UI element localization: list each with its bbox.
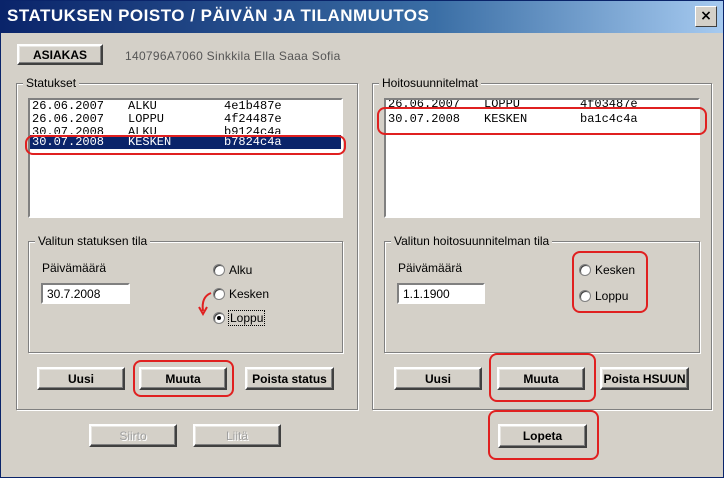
close-button[interactable]: × [695, 6, 717, 27]
care-plan-change-button[interactable]: Muuta [497, 367, 585, 390]
care-plan-new-button[interactable]: Uusi [394, 367, 482, 390]
radio-label: Kesken [229, 287, 270, 301]
care-plan-row[interactable]: 30.07.2008 KESKEN ba1c4c4a [386, 113, 698, 126]
dialog-window: STATUKSEN POISTO / PÄIVÄN JA TILANMUUTOS… [0, 0, 724, 478]
status-date-label: Päivämäärä [42, 261, 107, 275]
care-plan-row-state: KESKEN [484, 112, 528, 126]
status-row-selected[interactable]: 30.07.2008 KESKEN b7824c4a [30, 135, 341, 149]
radio-label: Kesken [595, 263, 636, 277]
care-plan-row-date: 30.07.2008 [388, 112, 461, 126]
status-row-date: 26.06.2007 [32, 112, 105, 126]
care-plan-delete-button[interactable]: Poista HSUUN [600, 367, 689, 390]
status-row-state: ALKU [128, 126, 157, 134]
status-state-group-label: Valitun statuksen tila [35, 234, 151, 248]
status-radio-alku[interactable]: Alku [213, 263, 252, 277]
radio-label: Loppu [227, 310, 266, 326]
care-plan-date-field[interactable]: 1.1.1900 [397, 283, 485, 304]
radio-label: Loppu [595, 289, 629, 303]
statuses-group-label: Statukset [23, 76, 80, 90]
care-plan-date-label: Päivämäärä [398, 261, 463, 275]
customer-info: 140796A7060 Sinkkila Ella Saaa Sofia [125, 49, 341, 63]
status-row-state: KESKEN [128, 135, 172, 149]
radio-label: Alku [229, 263, 253, 277]
statuses-listbox[interactable]: 26.06.2007 ALKU 4e1b487e 26.06.2007 LOPP… [28, 98, 343, 218]
customer-button[interactable]: ASIAKAS [17, 44, 103, 65]
status-row[interactable]: 26.06.2007 LOPPU 4f24487e [30, 113, 341, 126]
radio-indicator [579, 264, 591, 276]
care-plan-row-code: ba1c4c4a [580, 112, 638, 126]
transfer-button[interactable]: Siirto [89, 424, 177, 447]
window-title: STATUKSEN POISTO / PÄIVÄN JA TILANMUUTOS [7, 6, 430, 25]
title-bar[interactable]: STATUKSEN POISTO / PÄIVÄN JA TILANMUUTOS… [1, 1, 723, 33]
quit-button[interactable]: Lopeta [498, 424, 587, 448]
radio-indicator [213, 264, 225, 276]
status-row-code: 4f24487e [224, 112, 282, 126]
radio-indicator [579, 290, 591, 302]
curved-arrow-icon [198, 292, 212, 317]
status-row-code: b7824c4a [224, 135, 282, 149]
care-plans-group-label: Hoitosuunnitelmat [379, 76, 482, 90]
status-row[interactable]: 30.07.2008 ALKU b9124c4a [30, 126, 341, 134]
status-row-state: LOPPU [128, 112, 165, 126]
care-plan-radio-loppu[interactable]: Loppu [579, 289, 628, 303]
care-plan-row-code: 4f03487e [580, 100, 638, 109]
attach-button[interactable]: Liitä [193, 424, 281, 447]
care-plan-row-date: 26.06.2007 [388, 100, 461, 109]
status-row-code: b9124c4a [224, 126, 282, 134]
status-radio-loppu[interactable]: Loppu [213, 310, 266, 326]
care-plan-radio-kesken[interactable]: Kesken [579, 263, 635, 277]
status-row-date: 30.07.2008 [32, 126, 105, 134]
care-plans-listbox[interactable]: 26.06.2007 LOPPU 4f03487e 30.07.2008 KES… [384, 98, 700, 218]
care-plan-row-state: LOPPU [484, 100, 521, 109]
status-change-button[interactable]: Muuta [139, 367, 227, 390]
care-plan-row[interactable]: 26.06.2007 LOPPU 4f03487e [386, 100, 698, 109]
status-new-button[interactable]: Uusi [37, 367, 125, 390]
status-row-date: 30.07.2008 [32, 135, 105, 149]
care-plan-state-group-label: Valitun hoitosuunnitelman tila [391, 234, 553, 248]
status-delete-button[interactable]: Poista status [245, 367, 334, 390]
status-date-field[interactable]: 30.7.2008 [41, 283, 130, 304]
status-radio-kesken[interactable]: Kesken [213, 287, 269, 301]
